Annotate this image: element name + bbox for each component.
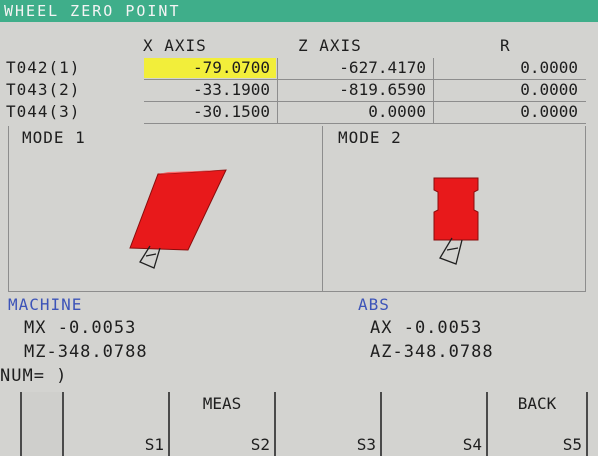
mode-1-label: MODE 1	[22, 128, 86, 147]
z-axis-header: Z AXIS	[298, 36, 362, 55]
cell-t042-r[interactable]: 0.0000	[434, 58, 584, 78]
cell-t044-r[interactable]: 0.0000	[434, 102, 584, 122]
cell-t043-z[interactable]: -819.6590	[278, 80, 432, 100]
softkey-s2-id: S2	[250, 435, 270, 454]
x-axis-header: X AXIS	[143, 36, 207, 55]
page-title: WHEEL ZERO POINT	[4, 2, 181, 20]
softkey-s4[interactable]: S4	[380, 392, 486, 456]
cell-t042-x[interactable]: -79.0700	[144, 58, 276, 78]
row-label-t043: T043(2)	[6, 80, 81, 99]
softkey-s2-label: MEAS	[202, 394, 242, 413]
mode-1-wheel-icon[interactable]	[128, 168, 238, 278]
softkey-left-arrow[interactable]	[0, 392, 22, 456]
table-divider	[277, 58, 278, 124]
table-divider	[433, 58, 434, 124]
table-divider	[144, 101, 586, 102]
r-header: R	[500, 36, 511, 55]
mode-divider	[322, 126, 323, 292]
softkey-s3-id: S3	[356, 435, 376, 454]
cell-t043-x[interactable]: -33.1900	[144, 80, 276, 100]
softkey-s2[interactable]: MEAS S2	[168, 392, 274, 456]
cell-t044-x[interactable]: -30.1500	[144, 102, 276, 122]
softkey-s5-label: BACK	[517, 394, 557, 413]
abs-az-value: AZ-348.0788	[370, 342, 494, 362]
cell-t042-z[interactable]: -627.4170	[278, 58, 432, 78]
cell-t044-z[interactable]: 0.0000	[278, 102, 432, 122]
machine-mx-value: MX -0.0053	[24, 318, 137, 338]
softkey-s3[interactable]: S3	[274, 392, 380, 456]
softkey-s1[interactable]: S1	[62, 392, 168, 456]
abs-label: ABS	[358, 295, 390, 314]
softkey-right-arrow[interactable]	[586, 392, 598, 456]
table-divider	[144, 123, 586, 124]
abs-ax-value: AX -0.0053	[370, 318, 483, 338]
cell-t043-r[interactable]: 0.0000	[434, 80, 584, 100]
machine-mz-value: MZ-348.0788	[24, 342, 148, 362]
mode-2-label: MODE 2	[338, 128, 402, 147]
row-label-t044: T044(3)	[6, 102, 81, 121]
mode-2-wheel-icon[interactable]	[420, 168, 510, 278]
machine-label: MACHINE	[8, 295, 83, 314]
softkey-s1-id: S1	[144, 435, 164, 454]
softkey-s4-id: S4	[462, 435, 482, 454]
table-divider	[144, 79, 586, 80]
softkey-s5[interactable]: BACK S5	[486, 392, 586, 456]
softkey-s5-id: S5	[562, 435, 582, 454]
row-label-t042: T042(1)	[6, 58, 81, 77]
num-input[interactable]: NUM= )	[0, 366, 67, 386]
